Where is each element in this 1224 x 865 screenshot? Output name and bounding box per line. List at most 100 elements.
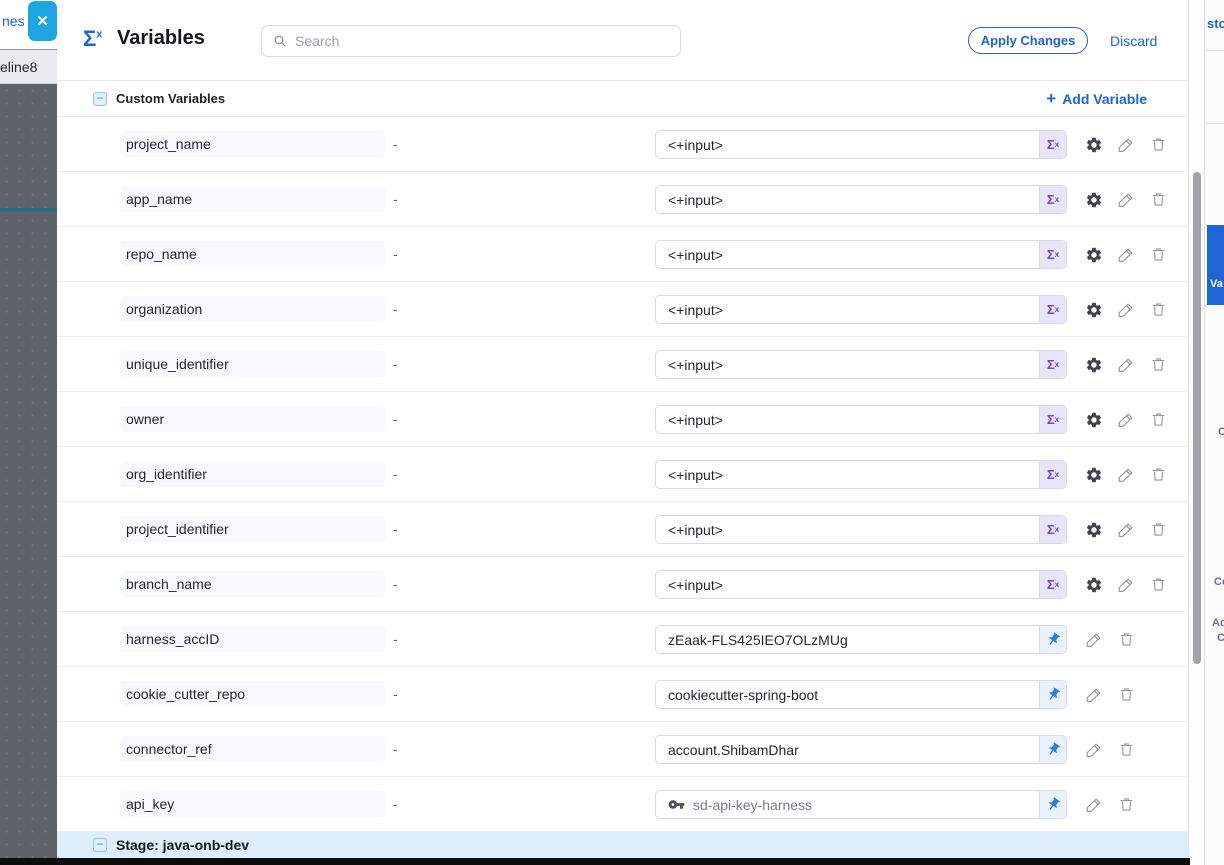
edit-icon-button[interactable] xyxy=(1117,301,1135,319)
variable-value: <+input> xyxy=(656,131,1039,158)
delete-icon-button[interactable] xyxy=(1117,741,1135,759)
variable-value-input[interactable]: sd-api-key-harness xyxy=(655,790,1067,819)
delete-icon-button[interactable] xyxy=(1117,631,1135,649)
delete-icon-button[interactable] xyxy=(1149,466,1167,484)
close-button[interactable]: ✕ xyxy=(28,1,57,41)
delete-icon-button[interactable] xyxy=(1117,686,1135,704)
edit-icon-button[interactable] xyxy=(1117,521,1135,539)
runtime-input-badge[interactable]: Σx xyxy=(1039,571,1066,598)
edit-icon-button[interactable] xyxy=(1117,411,1135,429)
pipeline-tab[interactable]: eline8 xyxy=(0,50,57,84)
variable-name[interactable]: branch_name xyxy=(120,571,385,597)
variables-rail-tab[interactable]: Va xyxy=(1207,225,1224,305)
breadcrumb[interactable]: nes xyxy=(2,13,25,29)
delete-icon-button[interactable] xyxy=(1149,246,1167,264)
pin-badge[interactable] xyxy=(1039,681,1066,708)
collapse-icon[interactable]: − xyxy=(93,838,107,852)
variable-name[interactable]: unique_identifier xyxy=(120,351,385,377)
variable-value: sd-api-key-harness xyxy=(656,791,1039,818)
variable-value-input[interactable]: <+input> Σx xyxy=(655,240,1067,269)
variable-name[interactable]: harness_accID xyxy=(120,626,385,652)
settings-icon-button[interactable] xyxy=(1085,466,1103,484)
settings-icon-button[interactable] xyxy=(1085,136,1103,154)
variable-type: - xyxy=(393,631,398,647)
variable-value-input[interactable]: <+input> Σx xyxy=(655,460,1067,489)
history-link[interactable]: stor xyxy=(1207,16,1224,31)
variable-value-input[interactable]: account.ShibamDhar xyxy=(655,735,1067,764)
variable-name[interactable]: repo_name xyxy=(120,241,385,267)
edit-icon-button[interactable] xyxy=(1117,466,1135,484)
pin-icon xyxy=(1043,629,1064,650)
variable-name[interactable]: organization xyxy=(120,296,385,322)
delete-icon-button[interactable] xyxy=(1149,136,1167,154)
pin-badge[interactable] xyxy=(1039,626,1066,653)
variable-name[interactable]: owner xyxy=(120,406,385,432)
runtime-input-badge[interactable]: Σx xyxy=(1039,296,1066,323)
trash-icon xyxy=(1118,631,1135,648)
add-variable-button[interactable]: + Add Variable xyxy=(1046,91,1147,107)
runtime-input-badge[interactable]: Σx xyxy=(1039,186,1066,213)
edit-icon-button[interactable] xyxy=(1117,576,1135,594)
runtime-input-badge[interactable]: Σx xyxy=(1039,241,1066,268)
stage-section-title: Stage: java-onb-dev xyxy=(116,837,249,853)
settings-icon-button[interactable] xyxy=(1085,411,1103,429)
variable-row: app_name - <+input> Σx xyxy=(57,172,1188,227)
pin-badge[interactable] xyxy=(1039,791,1066,818)
settings-icon-button[interactable] xyxy=(1085,246,1103,264)
delete-icon-button[interactable] xyxy=(1149,356,1167,374)
delete-icon-button[interactable] xyxy=(1117,796,1135,814)
settings-icon-button[interactable] xyxy=(1085,356,1103,374)
runtime-input-badge[interactable]: Σx xyxy=(1039,516,1066,543)
variable-value-input[interactable]: <+input> Σx xyxy=(655,295,1067,324)
delete-icon-button[interactable] xyxy=(1149,191,1167,209)
edit-icon-button[interactable] xyxy=(1117,136,1135,154)
variable-value-input[interactable]: <+input> Σx xyxy=(655,405,1067,434)
settings-icon-button[interactable] xyxy=(1085,191,1103,209)
runtime-input-badge[interactable]: Σx xyxy=(1039,351,1066,378)
variable-value-input[interactable]: cookiecutter-spring-boot xyxy=(655,680,1067,709)
variable-value-input[interactable]: <+input> Σx xyxy=(655,570,1067,599)
variable-name[interactable]: cookie_cutter_repo xyxy=(120,681,385,707)
variable-name[interactable]: project_identifier xyxy=(120,516,385,542)
pencil-icon xyxy=(1117,466,1135,484)
search-box xyxy=(261,25,681,57)
pin-badge[interactable] xyxy=(1039,736,1066,763)
variable-value-input[interactable]: <+input> Σx xyxy=(655,350,1067,379)
discard-button[interactable]: Discard xyxy=(1110,33,1157,49)
variable-value-input[interactable]: <+input> Σx xyxy=(655,130,1067,159)
edit-icon-button[interactable] xyxy=(1117,356,1135,374)
scrollbar-thumb[interactable] xyxy=(1193,172,1201,664)
runtime-input-badge[interactable]: Σx xyxy=(1039,406,1066,433)
settings-icon-button[interactable] xyxy=(1085,301,1103,319)
edit-icon-button[interactable] xyxy=(1117,191,1135,209)
settings-icon-button[interactable] xyxy=(1085,521,1103,539)
variable-name[interactable]: api_key xyxy=(120,791,385,817)
delete-icon-button[interactable] xyxy=(1149,411,1167,429)
delete-icon-button[interactable] xyxy=(1149,301,1167,319)
edit-icon-button[interactable] xyxy=(1085,686,1103,704)
edit-icon-button[interactable] xyxy=(1085,741,1103,759)
search-input[interactable] xyxy=(295,33,680,49)
edit-icon-button[interactable] xyxy=(1085,796,1103,814)
variable-value-input[interactable]: <+input> Σx xyxy=(655,515,1067,544)
runtime-input-badge[interactable]: Σx xyxy=(1039,461,1066,488)
variable-name[interactable]: project_name xyxy=(120,131,385,157)
variable-value-input[interactable]: zEaak-FLS425IEO7OLzMUg xyxy=(655,625,1067,654)
row-actions xyxy=(1085,777,1135,832)
variable-name[interactable]: org_identifier xyxy=(120,461,385,487)
edit-icon-button[interactable] xyxy=(1085,631,1103,649)
settings-icon-button[interactable] xyxy=(1085,576,1103,594)
edit-icon-button[interactable] xyxy=(1117,246,1135,264)
variable-type: - xyxy=(393,521,398,537)
collapse-icon[interactable]: − xyxy=(93,92,107,106)
variable-value-text: cookiecutter-spring-boot xyxy=(668,687,818,703)
runtime-input-badge[interactable]: Σx xyxy=(1039,131,1066,158)
variable-name[interactable]: app_name xyxy=(120,186,385,212)
apply-changes-button[interactable]: Apply Changes xyxy=(968,27,1088,54)
variable-value-input[interactable]: <+input> Σx xyxy=(655,185,1067,214)
pin-icon xyxy=(1043,794,1064,815)
delete-icon-button[interactable] xyxy=(1149,521,1167,539)
variable-name[interactable]: connector_ref xyxy=(120,736,385,762)
pencil-icon xyxy=(1085,796,1103,814)
delete-icon-button[interactable] xyxy=(1149,576,1167,594)
